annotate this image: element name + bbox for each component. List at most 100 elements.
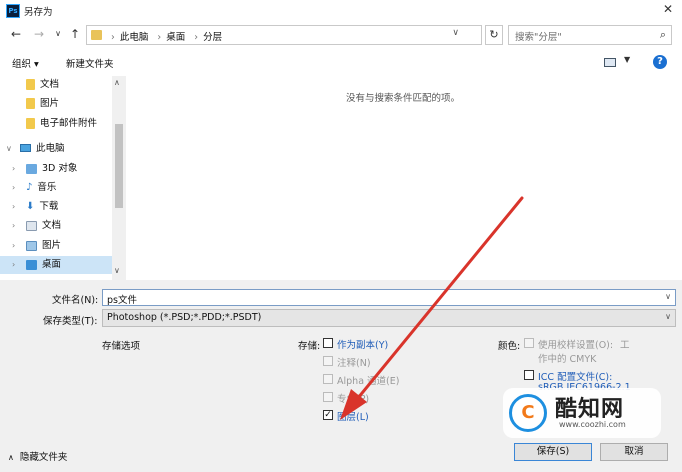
- scroll-down-icon[interactable]: ∨: [114, 266, 120, 275]
- watermark-url: www.coozhi.com: [559, 420, 626, 429]
- tree-item-pictures[interactable]: › 图片: [12, 237, 61, 255]
- icc-profile-label[interactable]: ICC 配置文件(C):: [538, 369, 612, 383]
- tree-item-label: 图片: [42, 240, 62, 251]
- coozhi-watermark-logo: C 酷知网 www.coozhi.com: [503, 388, 661, 438]
- tree-item-documents-pinned[interactable]: 文档: [26, 76, 59, 94]
- breadcrumb-this-pc[interactable]: 此电脑: [120, 32, 149, 43]
- layers-checkbox[interactable]: ✓: [323, 410, 333, 420]
- tree-item-label: 桌面: [42, 259, 62, 270]
- chevron-down-icon[interactable]: ∨: [665, 312, 671, 321]
- filetype-select[interactable]: Photoshop (*.PSD;*.PDD;*.PSDT) ∨: [102, 309, 676, 327]
- up-arrow-icon[interactable]: ↑: [67, 26, 83, 42]
- save-label: 存储:: [298, 341, 321, 352]
- view-options-icon[interactable]: [604, 58, 616, 67]
- color-label: 颜色:: [498, 341, 521, 352]
- spot-colors-checkbox[interactable]: [323, 392, 333, 402]
- close-icon[interactable]: ✕: [658, 2, 678, 18]
- recent-locations-icon[interactable]: ∨: [50, 26, 66, 42]
- scrollbar-thumb[interactable]: [115, 124, 123, 208]
- chevron-right-icon[interactable]: ›: [12, 179, 15, 197]
- photoshop-icon: Ps: [6, 4, 20, 18]
- window-title: 另存为: [24, 7, 53, 18]
- chevron-right-icon[interactable]: ›: [12, 198, 15, 216]
- tree-item-music[interactable]: › ♪ 音乐: [12, 179, 56, 197]
- chevron-down-icon[interactable]: ∨: [665, 292, 671, 301]
- chevron-right-icon: ›: [194, 32, 199, 43]
- tree-item-label: 电子邮件附件: [40, 118, 98, 129]
- chevron-up-icon: ∧: [8, 453, 14, 462]
- chevron-right-icon: ›: [111, 32, 115, 43]
- 3d-objects-icon: [26, 163, 37, 174]
- annotations-label: 注释(N): [337, 358, 371, 369]
- tree-item-label: 音乐: [37, 182, 57, 193]
- save-options-heading: 存储选项: [102, 341, 141, 352]
- scroll-up-icon[interactable]: ∧: [114, 78, 120, 87]
- proof-setup-checkbox[interactable]: [524, 338, 534, 348]
- save-button[interactable]: 保存(S): [514, 443, 592, 461]
- new-folder-button[interactable]: 新建文件夹: [66, 56, 114, 70]
- alpha-channels-checkbox[interactable]: [323, 374, 333, 384]
- filename-value: ps文件: [107, 295, 137, 306]
- as-copy-label[interactable]: 作为副本(Y): [337, 337, 388, 351]
- breadcrumb-layers[interactable]: 分层: [203, 32, 222, 43]
- tree-item-documents[interactable]: › 文档: [12, 217, 61, 235]
- tree-item-label: 文档: [40, 79, 60, 90]
- tree-item-email-attachments[interactable]: 电子邮件附件: [26, 115, 97, 133]
- annotations-checkbox[interactable]: [323, 356, 333, 366]
- chevron-right-icon: ›: [157, 32, 162, 43]
- music-icon: ♪: [26, 182, 33, 193]
- chevron-right-icon[interactable]: ›: [12, 160, 15, 178]
- organize-button[interactable]: 组织 ▾: [12, 56, 39, 70]
- tree-item-3d-objects[interactable]: › 3D 对象: [12, 160, 77, 178]
- tree-item-this-pc[interactable]: ∨ 此电脑: [6, 140, 65, 158]
- layers-label[interactable]: 图层(L): [337, 409, 369, 423]
- proof-setup-note-a: 工: [620, 340, 630, 351]
- file-list-pane[interactable]: [127, 76, 682, 280]
- desktop-icon: [26, 259, 37, 270]
- toolbar: 组织 ▾ 新建文件夹 ▼ ?: [0, 50, 682, 76]
- watermark-title: 酷知网: [555, 397, 625, 422]
- pictures-icon: [26, 240, 37, 251]
- filetype-value: Photoshop (*.PSD;*.PDD;*.PSDT): [107, 312, 262, 323]
- help-icon[interactable]: ?: [653, 55, 667, 69]
- alpha-channels-label: Alpha 通道(E): [337, 376, 400, 387]
- back-arrow-icon[interactable]: ←: [8, 26, 24, 42]
- chevron-right-icon[interactable]: ›: [12, 237, 15, 255]
- tree-item-label: 3D 对象: [42, 163, 78, 174]
- documents-icon: [26, 220, 37, 231]
- chevron-down-icon[interactable]: ∨: [6, 140, 12, 158]
- chevron-down-icon[interactable]: ▼: [624, 55, 630, 64]
- breadcrumb-desktop[interactable]: 桌面: [166, 32, 185, 43]
- search-icon[interactable]: ⌕: [660, 28, 666, 42]
- forward-arrow-icon[interactable]: →: [31, 26, 47, 42]
- chevron-right-icon[interactable]: ›: [12, 217, 15, 235]
- title-bar: Ps 另存为 ✕: [0, 0, 682, 22]
- search-input[interactable]: 搜索"分层" ⌕: [508, 25, 672, 45]
- hide-folders-toggle[interactable]: ∧ 隐藏文件夹: [8, 449, 67, 463]
- computer-icon: [20, 143, 31, 154]
- tree-item-label: 图片: [40, 98, 60, 109]
- filename-field[interactable]: ps文件 ∨: [102, 289, 676, 306]
- chevron-right-icon[interactable]: ›: [12, 256, 15, 274]
- filename-label: 文件名(N):: [52, 295, 99, 306]
- tree-item-label: 下载: [39, 201, 59, 212]
- folder-icon: [91, 30, 102, 40]
- tree-item-pictures-pinned[interactable]: 图片: [26, 95, 59, 113]
- cancel-button[interactable]: 取消: [600, 443, 668, 461]
- proof-setup-label: 使用校样设置(O):: [538, 340, 614, 351]
- breadcrumb: › 此电脑 › 桌面 › 分层: [107, 29, 224, 43]
- chevron-down-icon[interactable]: ∨: [452, 28, 459, 38]
- coozhi-logo-icon: C: [509, 394, 547, 432]
- tree-item-label: 此电脑: [36, 143, 65, 154]
- address-bar[interactable]: › 此电脑 › 桌面 › 分层 ∨: [86, 25, 482, 45]
- refresh-icon[interactable]: ↻: [485, 25, 503, 45]
- download-icon: ⬇: [26, 201, 35, 212]
- folder-icon: [26, 98, 35, 109]
- as-copy-checkbox[interactable]: [323, 338, 333, 348]
- icc-profile-checkbox[interactable]: [524, 370, 534, 380]
- search-placeholder: 搜索"分层": [515, 32, 562, 43]
- tree-item-downloads[interactable]: › ⬇ 下载: [12, 198, 58, 216]
- tree-item-desktop[interactable]: › 桌面: [12, 256, 61, 274]
- empty-results-message: 没有与搜索条件匹配的项。: [346, 93, 461, 104]
- folder-icon: [26, 79, 35, 90]
